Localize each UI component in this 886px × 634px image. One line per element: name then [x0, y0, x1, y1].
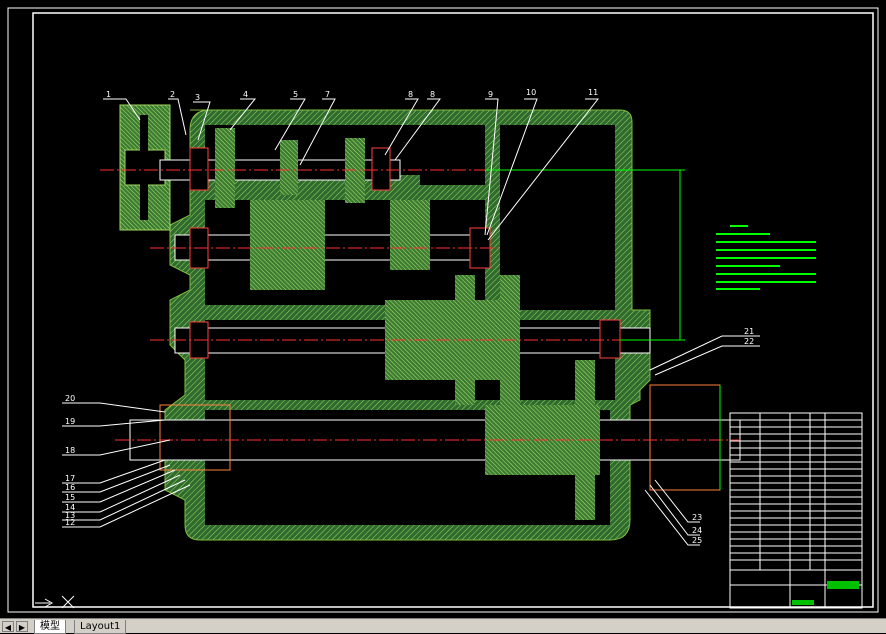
balloon-10: 10 [526, 88, 536, 97]
balloon-18: 18 [65, 446, 75, 455]
balloon-16: 16 [65, 483, 75, 492]
balloon-22: 22 [744, 337, 754, 346]
tab-prev-button[interactable]: ◀ [2, 621, 14, 632]
technical-notes [716, 225, 816, 290]
balloon-12: 12 [65, 518, 75, 527]
ucs-icon [35, 595, 75, 609]
balloon-15: 15 [65, 493, 75, 502]
balloon-8a: 8 [408, 90, 413, 99]
balloon-5: 5 [293, 90, 298, 99]
balloon-17: 17 [65, 474, 75, 483]
balloon-24: 24 [692, 526, 702, 535]
balloon-21: 21 [744, 327, 754, 336]
balloon-7: 7 [325, 90, 330, 99]
balloon-1: 1 [106, 90, 111, 99]
balloon-25: 25 [692, 536, 702, 545]
balloon-2: 2 [170, 90, 175, 99]
balloon-20: 20 [65, 394, 75, 403]
balloon-11: 11 [588, 88, 598, 97]
balloon-23: 23 [692, 513, 702, 522]
tab-next-button[interactable]: ▶ [16, 621, 28, 632]
balloon-19: 19 [65, 417, 75, 426]
layout-tab-bar: ◀ ▶ 模型 Layout1 [0, 618, 886, 634]
drawing-canvas[interactable]: 1 2 3 4 5 7 8 8 9 10 11 20 19 18 17 16 1… [0, 0, 886, 618]
balloon-3: 3 [195, 93, 200, 102]
balloon-8b: 8 [430, 90, 435, 99]
balloon-4: 4 [243, 90, 248, 99]
parts-list [729, 412, 863, 609]
balloon-9: 9 [488, 90, 493, 99]
